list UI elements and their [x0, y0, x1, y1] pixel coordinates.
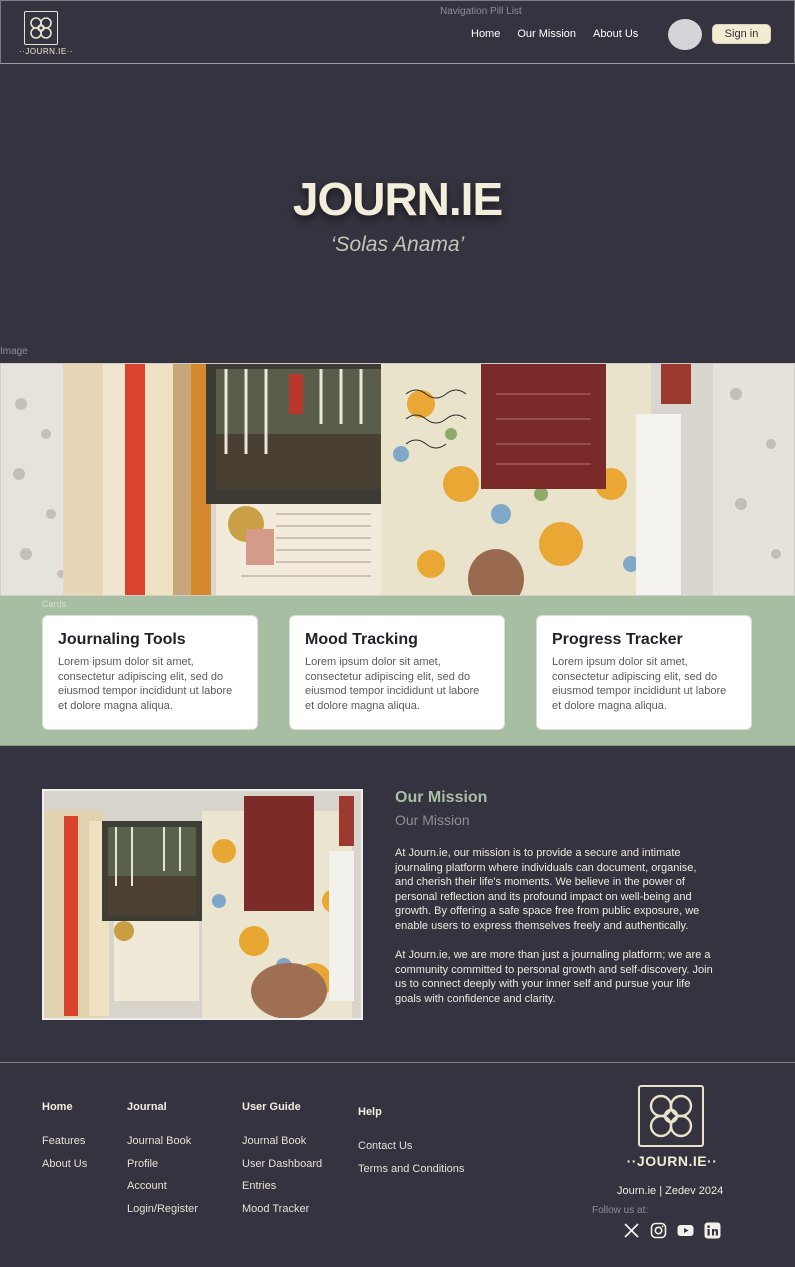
footer-copyright: Journ.ie | Zedev 2024 [617, 1185, 724, 1197]
card-mood-tracking[interactable]: Mood Tracking Lorem ipsum dolor sit amet… [289, 615, 505, 730]
footer-link-features[interactable]: Features [42, 1135, 87, 1158]
nav-link-our-mission[interactable]: Our Mission [517, 28, 576, 40]
hero-subtitle: ‘Solas Anama’ [330, 233, 465, 256]
nav-caption: Navigation Pill List [440, 6, 522, 17]
card-body: Lorem ipsum dolor sit amet, consectetur … [58, 656, 233, 712]
nav-link-about-us[interactable]: About Us [593, 28, 638, 40]
footer-link-about-us[interactable]: About Us [42, 1158, 87, 1181]
x-icon[interactable] [622, 1221, 641, 1240]
card-title: Progress Tracker [552, 631, 683, 648]
footer-logo-wordmark: ··JOURN.IE·· [626, 1153, 718, 1169]
nav-links: Home Our Mission About Us [471, 28, 638, 40]
cards-caption: Cards [42, 599, 67, 609]
footer-logo[interactable]: ··JOURN.IE·· [626, 1085, 718, 1175]
footer-link-login-register[interactable]: Login/Register [127, 1203, 198, 1226]
footer-link-journal-book[interactable]: Journal Book [242, 1135, 322, 1158]
card-progress-tracker[interactable]: Progress Tracker Lorem ipsum dolor sit a… [536, 615, 752, 730]
card-body: Lorem ipsum dolor sit amet, consectetur … [552, 656, 727, 712]
hero-title: JOURN.IE [292, 173, 503, 225]
footer-heading: Journal [127, 1101, 167, 1113]
avatar[interactable] [668, 19, 702, 50]
footer-link-profile[interactable]: Profile [127, 1158, 198, 1181]
footer-column-home: Home Features About Us [42, 1101, 87, 1180]
logo-wordmark: ··JOURN.IE·· [19, 47, 73, 56]
celtic-knot-icon [24, 11, 58, 45]
card-body: Lorem ipsum dolor sit amet, consectetur … [305, 656, 480, 712]
footer-heading: User Guide [242, 1101, 301, 1113]
footer-heading: Help [358, 1106, 382, 1118]
navigation-bar: Navigation Pill List ··JOURN.IE·· Home O… [0, 0, 795, 64]
image-caption: Image [0, 346, 28, 357]
follow-label: Follow us at: [592, 1205, 649, 1216]
mission-image [42, 789, 363, 1020]
footer-link-user-dashboard[interactable]: User Dashboard [242, 1158, 322, 1181]
footer-link-journal-book[interactable]: Journal Book [127, 1135, 198, 1158]
footer-link-account[interactable]: Account [127, 1180, 198, 1203]
footer-link-mood-tracker[interactable]: Mood Tracker [242, 1203, 322, 1226]
celtic-knot-icon [638, 1085, 704, 1147]
youtube-icon[interactable] [676, 1221, 695, 1240]
footer-link-contact-us[interactable]: Contact Us [358, 1140, 464, 1163]
footer-link-entries[interactable]: Entries [242, 1180, 322, 1203]
mission-paragraph-2: At Journ.ie, we are more than just a jou… [395, 949, 713, 1005]
card-title: Mood Tracking [305, 631, 418, 648]
mission-heading: Our Mission [395, 789, 488, 806]
footer-column-user-guide: User Guide Journal Book User Dashboard E… [242, 1101, 322, 1225]
nav-link-home[interactable]: Home [471, 28, 500, 40]
footer-column-help: Help Contact Us Terms and Conditions [358, 1106, 464, 1185]
footer-link-terms-and-conditions[interactable]: Terms and Conditions [358, 1163, 464, 1186]
sign-in-button[interactable]: Sign in [712, 24, 771, 44]
instagram-icon[interactable] [649, 1221, 668, 1240]
card-journaling-tools[interactable]: Journaling Tools Lorem ipsum dolor sit a… [42, 615, 258, 730]
mission-paragraph-1: At Journ.ie, our mission is to provide a… [395, 847, 700, 932]
mission-subheading: Our Mission [395, 812, 470, 828]
linkedin-icon[interactable] [703, 1221, 722, 1240]
footer-heading: Home [42, 1101, 73, 1113]
logo[interactable]: ··JOURN.IE·· [19, 11, 73, 57]
card-title: Journaling Tools [58, 631, 186, 648]
social-links [622, 1221, 722, 1240]
journal-banner-image [0, 363, 795, 596]
features-cards-section: Cards Journaling Tools Lorem ipsum dolor… [0, 596, 795, 746]
footer-column-journal: Journal Journal Book Profile Account Log… [127, 1101, 198, 1225]
